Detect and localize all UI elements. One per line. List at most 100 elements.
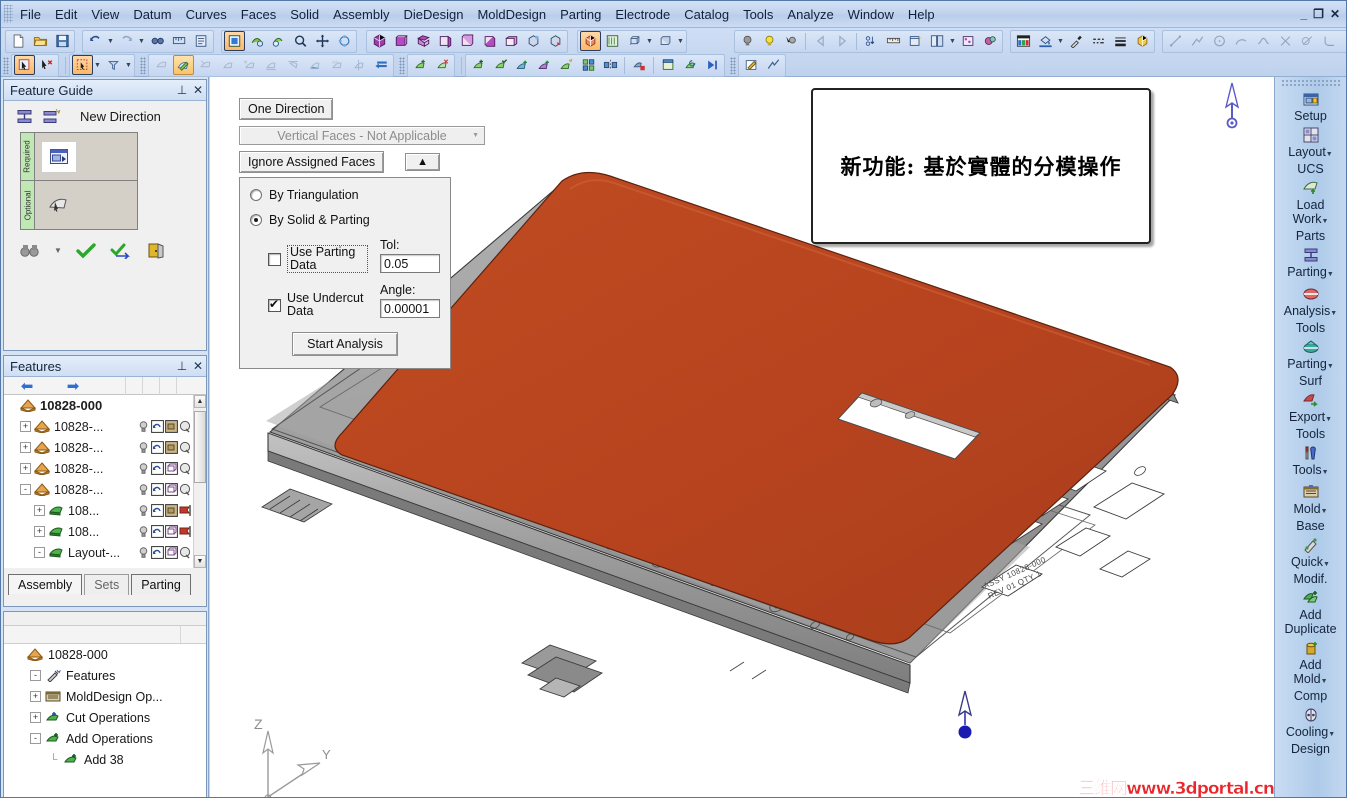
one-direction-button[interactable]: One Direction (239, 98, 334, 120)
zoom-icon[interactable] (290, 31, 311, 51)
select-filter-icon[interactable] (103, 55, 124, 75)
measure-icon[interactable] (169, 31, 190, 51)
lineweight-icon[interactable] (1110, 31, 1131, 51)
radio-by-solid-parting[interactable]: By Solid & Parting (250, 213, 440, 227)
sidebar-item-parting-surf[interactable]: Parting▼ Surf (1275, 337, 1346, 390)
toolbar-grip[interactable] (3, 56, 9, 74)
back-icon[interactable] (810, 31, 831, 51)
menu-diedesign[interactable]: DieDesign (396, 4, 470, 25)
view-top-icon[interactable] (413, 31, 434, 51)
dropdown-caret-icon[interactable]: ▼ (1326, 151, 1333, 158)
face-sew-icon[interactable] (261, 55, 282, 75)
tab-sets[interactable]: Sets (84, 574, 130, 595)
menu-edit[interactable]: Edit (48, 4, 84, 25)
view-trimetric-icon[interactable] (545, 31, 566, 51)
start-analysis-button[interactable]: Start Analysis (292, 332, 398, 356)
sidebar-item-layout-ucs[interactable]: Layout▼ UCS (1275, 125, 1346, 178)
dropdown-caret-icon[interactable]: ▼ (54, 246, 62, 255)
use-undercut-data-checkbox[interactable]: Use Undercut Data (268, 292, 368, 318)
dropdown-caret-icon[interactable]: ▼ (1328, 731, 1335, 738)
radio-by-triangulation[interactable]: By Triangulation (250, 188, 440, 202)
face-extend-icon[interactable] (217, 55, 238, 75)
restore-button[interactable]: ❐ (1313, 8, 1324, 20)
sketch-curve-icon[interactable] (763, 55, 784, 75)
tab-parting[interactable]: Parting (131, 574, 191, 595)
view-right-icon[interactable] (435, 31, 456, 51)
parting-add-icon[interactable] (512, 55, 533, 75)
operations-tree-row[interactable]: └ Add 38 (4, 749, 206, 770)
tree-col-display[interactable] (159, 376, 176, 395)
surface-pick-icon[interactable] (41, 189, 77, 221)
direction-arrow-top[interactable] (1224, 82, 1240, 129)
tree-expander[interactable]: - (20, 484, 31, 495)
menu-assembly[interactable]: Assembly (326, 4, 396, 25)
scroll-down-button[interactable]: ▼ (194, 555, 206, 568)
tab-assembly[interactable]: Assembly (8, 574, 83, 596)
tree-expander[interactable]: + (34, 526, 45, 537)
open-folder-icon[interactable] (30, 31, 51, 51)
features-tree-row[interactable]: +10828-... (4, 437, 206, 458)
sidebar-item-tools[interactable]: Tools▼ (1275, 443, 1346, 482)
view-left-icon[interactable] (501, 31, 522, 51)
tree-expander[interactable]: + (20, 463, 31, 474)
right-sidebar-grip[interactable] (1281, 79, 1340, 87)
menu-curves[interactable]: Curves (179, 4, 234, 25)
tree-expander[interactable]: + (30, 691, 41, 702)
ok-check-icon[interactable] (76, 242, 96, 259)
angle-input[interactable]: 0.00001 (380, 299, 440, 318)
menu-solid[interactable]: Solid (283, 4, 326, 25)
snap-icon[interactable] (861, 31, 882, 51)
view-dimetric-icon[interactable] (523, 31, 544, 51)
parting-box-icon[interactable] (658, 55, 679, 75)
select-dropdown-caret-icon[interactable]: ▼ (93, 55, 102, 75)
parting-surf-icon[interactable] (556, 55, 577, 75)
menu-bar-grip[interactable] (4, 5, 13, 23)
operations-tree-row[interactable]: + Cut Operations (4, 707, 206, 728)
properties-icon[interactable] (191, 31, 212, 51)
menu-electrode[interactable]: Electrode (608, 4, 677, 25)
render-style-icon[interactable] (655, 31, 676, 51)
extend-icon[interactable] (1297, 31, 1318, 51)
view-bottom-icon[interactable] (479, 31, 500, 51)
view-iso-icon[interactable] (369, 31, 390, 51)
view-front-icon[interactable] (391, 31, 412, 51)
new-direction-icon[interactable] (43, 109, 62, 124)
direction-arrow-bottom[interactable] (957, 690, 973, 739)
close-icon[interactable]: ✕ (190, 82, 206, 99)
tree-forward-button[interactable]: ➡ (50, 377, 96, 395)
select-box-icon[interactable] (13, 55, 35, 75)
face-copy-icon[interactable] (151, 55, 172, 75)
material-icon[interactable] (1132, 31, 1153, 51)
use-parting-data-checkbox[interactable]: Use Parting Data (268, 245, 368, 273)
undo-dropdown-caret-icon[interactable]: ▼ (106, 31, 115, 51)
filter-dropdown-caret-icon[interactable]: ▼ (124, 55, 133, 75)
undo-icon[interactable] (85, 31, 106, 51)
minimize-button[interactable]: _ (1300, 8, 1307, 20)
tree-back-button[interactable]: ⬅ (4, 377, 50, 395)
redo-dropdown-caret-icon[interactable]: ▼ (137, 31, 146, 51)
dropdown-caret-icon[interactable]: ▼ (1325, 416, 1332, 423)
light-pick-icon[interactable] (781, 31, 802, 51)
face-split-icon[interactable] (349, 55, 370, 75)
select-rect-icon[interactable] (71, 55, 93, 75)
dropdown-caret-icon[interactable]: ▼ (1330, 310, 1337, 317)
toolbar-grip[interactable] (140, 56, 146, 74)
color-table-icon[interactable] (1013, 31, 1034, 51)
menu-file[interactable]: File (13, 4, 48, 25)
tree-col-state[interactable] (142, 376, 159, 395)
apply-check-icon[interactable] (110, 243, 132, 259)
sketch-edit-icon[interactable] (741, 55, 762, 75)
render-dropdown-caret-icon[interactable]: ▼ (676, 31, 685, 51)
graphics-viewport[interactable]: ASSY 10828-000 REV 01 QTY 1 Z Y One Dire… (210, 77, 1276, 797)
operations-tree-row[interactable]: - Features (4, 665, 206, 686)
display-dropdown-caret-icon[interactable]: ▼ (645, 31, 654, 51)
scroll-up-button[interactable]: ▲ (194, 395, 206, 408)
color-palette-icon[interactable] (958, 31, 979, 51)
sidebar-item-add-duplicate[interactable]: Add Duplicate (1275, 588, 1346, 638)
menu-catalog[interactable]: Catalog (677, 4, 736, 25)
features-tree-row[interactable]: +108... (4, 521, 206, 542)
shaded-box-icon[interactable] (579, 31, 601, 51)
light-off-icon[interactable] (737, 31, 758, 51)
tree-expander[interactable]: + (30, 712, 41, 723)
dialog-window-icon[interactable] (41, 140, 77, 173)
